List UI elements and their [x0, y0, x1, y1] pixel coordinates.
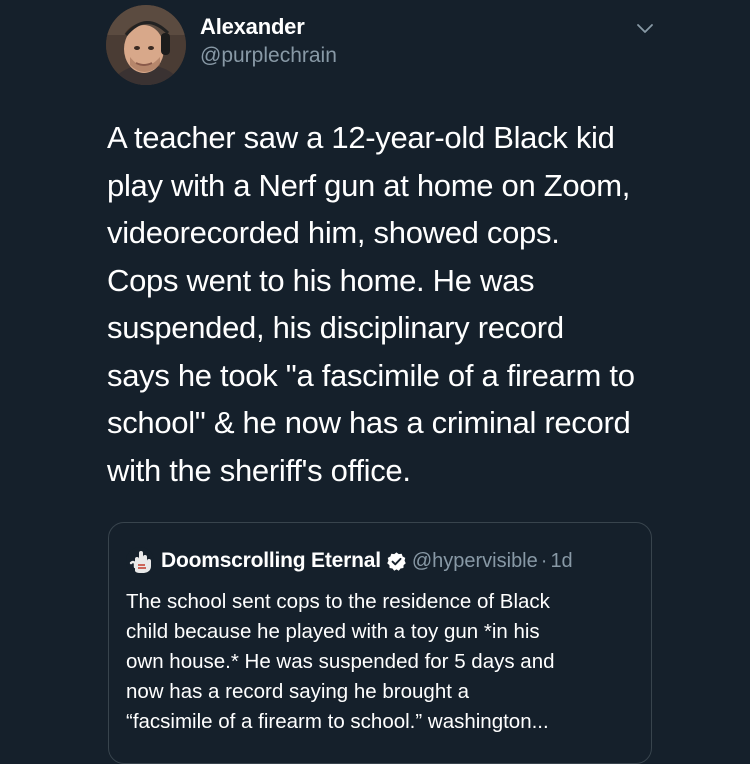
tweet-line: videorecorded him, showed cops.: [107, 215, 560, 250]
tweet-line: Cops went to his home. He was: [107, 262, 535, 298]
author-info: Alexander @purplechrain: [200, 13, 337, 70]
verified-badge-icon: [387, 551, 406, 571]
quoted-tweet-text: The school sent cops to the residence of…: [126, 587, 636, 737]
quoted-line: now has a record saying he brought a: [126, 680, 470, 703]
tweet-line: play with a Nerf gun at home on Zoom,: [107, 167, 631, 203]
tweet-line: school" & he now has a criminal record: [107, 405, 631, 440]
author-handle[interactable]: @purplechrain: [200, 42, 337, 70]
tweet-line: says he took "a fascimile of a firearm t…: [107, 357, 635, 393]
author-name[interactable]: Alexander: [200, 13, 337, 41]
chevron-down-icon[interactable]: [636, 20, 654, 38]
tweet-text: A teacher saw a 12-year-old Black kid pl…: [107, 114, 677, 494]
quoted-line: “facsimile of a firearm to school.” wash…: [126, 710, 549, 733]
author-avatar[interactable]: [106, 5, 186, 85]
quoted-author-handle[interactable]: @hypervisible: [412, 550, 538, 573]
quoted-tweet-header: Doomscrolling Eternal @hypervisible · 1d: [126, 546, 573, 576]
tweet-line: suspended, his disciplinary record: [107, 310, 564, 345]
tweet-line: A teacher saw a 12-year-old Black kid: [107, 120, 615, 155]
separator-dot: ·: [540, 549, 548, 572]
quoted-tweet-card[interactable]: Doomscrolling Eternal @hypervisible · 1d…: [108, 522, 652, 764]
tweet-line: with the sheriff's office.: [107, 452, 411, 488]
tweet: Alexander @purplechrain A teacher saw a …: [0, 0, 750, 764]
quoted-line: The school sent cops to the residence of…: [126, 590, 550, 613]
raised-hand-avatar: [126, 547, 154, 575]
quoted-line: child because he played with a toy gun *…: [126, 620, 540, 643]
quoted-timestamp[interactable]: 1d: [550, 550, 572, 573]
avatar-photo: [106, 5, 186, 85]
quoted-line: own house.* He was suspended for 5 days …: [126, 650, 555, 673]
quoted-author-name[interactable]: Doomscrolling Eternal: [161, 549, 381, 573]
